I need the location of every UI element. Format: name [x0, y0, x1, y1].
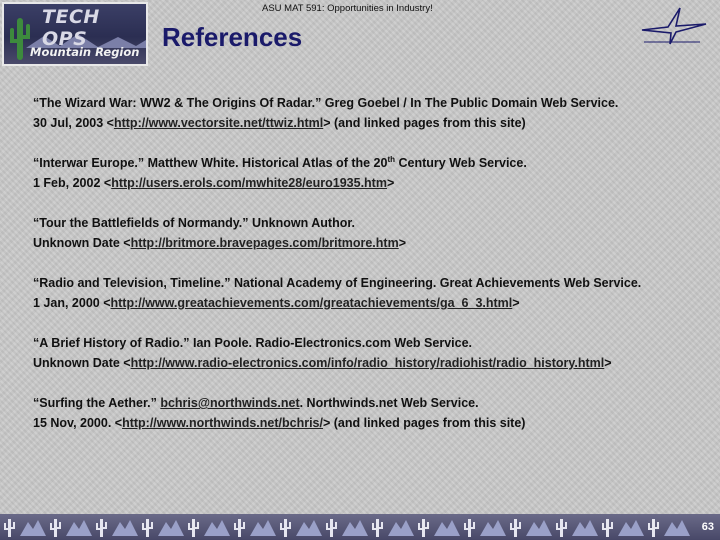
mountain-icon — [296, 520, 322, 536]
cactus-icon — [418, 519, 429, 537]
cactus-icon — [648, 519, 659, 537]
cactus-mountain-border — [4, 519, 690, 537]
cactus-icon — [280, 519, 291, 537]
cactus-icon — [96, 519, 107, 537]
mountain-icon — [572, 520, 598, 536]
reference-source-line: Unknown Date <http://britmore.bravepages… — [33, 236, 407, 250]
reference-source-line: Unknown Date <http://www.radio-electroni… — [33, 356, 612, 370]
reference-item: “A Brief History of Radio.” Ian Poole. R… — [33, 333, 703, 373]
cactus-icon — [50, 519, 61, 537]
slide-header: TECH OPS Mountain Region ASU MAT 591: Op… — [0, 0, 720, 70]
reference-item: “Radio and Television, Timeline.” Nation… — [33, 273, 703, 313]
reference-citation: “The Wizard War: WW2 & The Origins Of Ra… — [33, 96, 619, 110]
reference-item: “The Wizard War: WW2 & The Origins Of Ra… — [33, 93, 703, 133]
footer-bar: 63 — [0, 514, 720, 540]
page-title: References — [162, 22, 303, 52]
cactus-icon — [464, 519, 475, 537]
mountain-icon — [526, 520, 552, 536]
cactus-icon — [602, 519, 613, 537]
reference-citation: “Tour the Battlefields of Normandy.” Unk… — [33, 216, 355, 230]
mountain-icon — [342, 520, 368, 536]
mountain-icon — [112, 520, 138, 536]
cactus-icon — [4, 519, 15, 537]
cactus-icon — [188, 519, 199, 537]
logo-title: TECH OPS — [42, 6, 100, 50]
reference-item: “Surfing the Aether.” bchris@northwinds.… — [33, 393, 703, 433]
reference-link[interactable]: http://www.radio-electronics.com/info/ra… — [131, 356, 605, 370]
reference-link[interactable]: http://www.vectorsite.net/ttwiz.html — [114, 116, 323, 130]
mountain-icon — [66, 520, 92, 536]
email-link[interactable]: bchris@northwinds.net — [160, 396, 299, 410]
cactus-icon — [326, 519, 337, 537]
reference-citation: “Radio and Television, Timeline.” Nation… — [33, 276, 642, 290]
reference-source-line: 15 Nov, 2000. <http://www.northwinds.net… — [33, 416, 526, 430]
reference-source-line: 30 Jul, 2003 <http://www.vectorsite.net/… — [33, 116, 526, 130]
page-number: 63 — [701, 521, 714, 533]
reference-link[interactable]: http://www.greatachievements.com/greatac… — [111, 296, 513, 310]
reference-citation: “Interwar Europe.” Matthew White. Histor… — [33, 154, 527, 170]
star-logo-icon — [641, 7, 707, 45]
cactus-icon — [556, 519, 567, 537]
cactus-icon — [234, 519, 245, 537]
mountain-icon — [434, 520, 460, 536]
reference-list: “The Wizard War: WW2 & The Origins Of Ra… — [33, 93, 703, 453]
mountain-icon — [388, 520, 414, 536]
cactus-icon — [510, 519, 521, 537]
cactus-icon — [142, 519, 153, 537]
mountain-icon — [664, 520, 690, 536]
reference-link[interactable]: http://britmore.bravepages.com/britmore.… — [131, 236, 399, 250]
mountain-icon — [158, 520, 184, 536]
mountain-icon — [20, 520, 46, 536]
course-title: ASU MAT 591: Opportunities in Industry! — [262, 3, 433, 14]
mountain-icon — [480, 520, 506, 536]
reference-source-line: 1 Feb, 2002 <http://users.erols.com/mwhi… — [33, 176, 395, 190]
reference-item: “Interwar Europe.” Matthew White. Histor… — [33, 153, 703, 193]
reference-item: “Tour the Battlefields of Normandy.” Unk… — [33, 213, 703, 253]
tech-ops-logo: TECH OPS Mountain Region — [2, 2, 148, 66]
reference-link[interactable]: http://www.northwinds.net/bchris/ — [122, 416, 323, 430]
reference-source-line: 1 Jan, 2000 <http://www.greatachievement… — [33, 296, 520, 310]
reference-citation: “A Brief History of Radio.” Ian Poole. R… — [33, 336, 472, 350]
mountain-icon — [250, 520, 276, 536]
cactus-icon — [372, 519, 383, 537]
mountain-icon — [618, 520, 644, 536]
mountain-icon — [204, 520, 230, 536]
reference-link[interactable]: http://users.erols.com/mwhite28/euro1935… — [111, 176, 387, 190]
reference-citation: “Surfing the Aether.” bchris@northwinds.… — [33, 396, 479, 410]
logo-subtitle: Mountain Region — [30, 45, 140, 59]
